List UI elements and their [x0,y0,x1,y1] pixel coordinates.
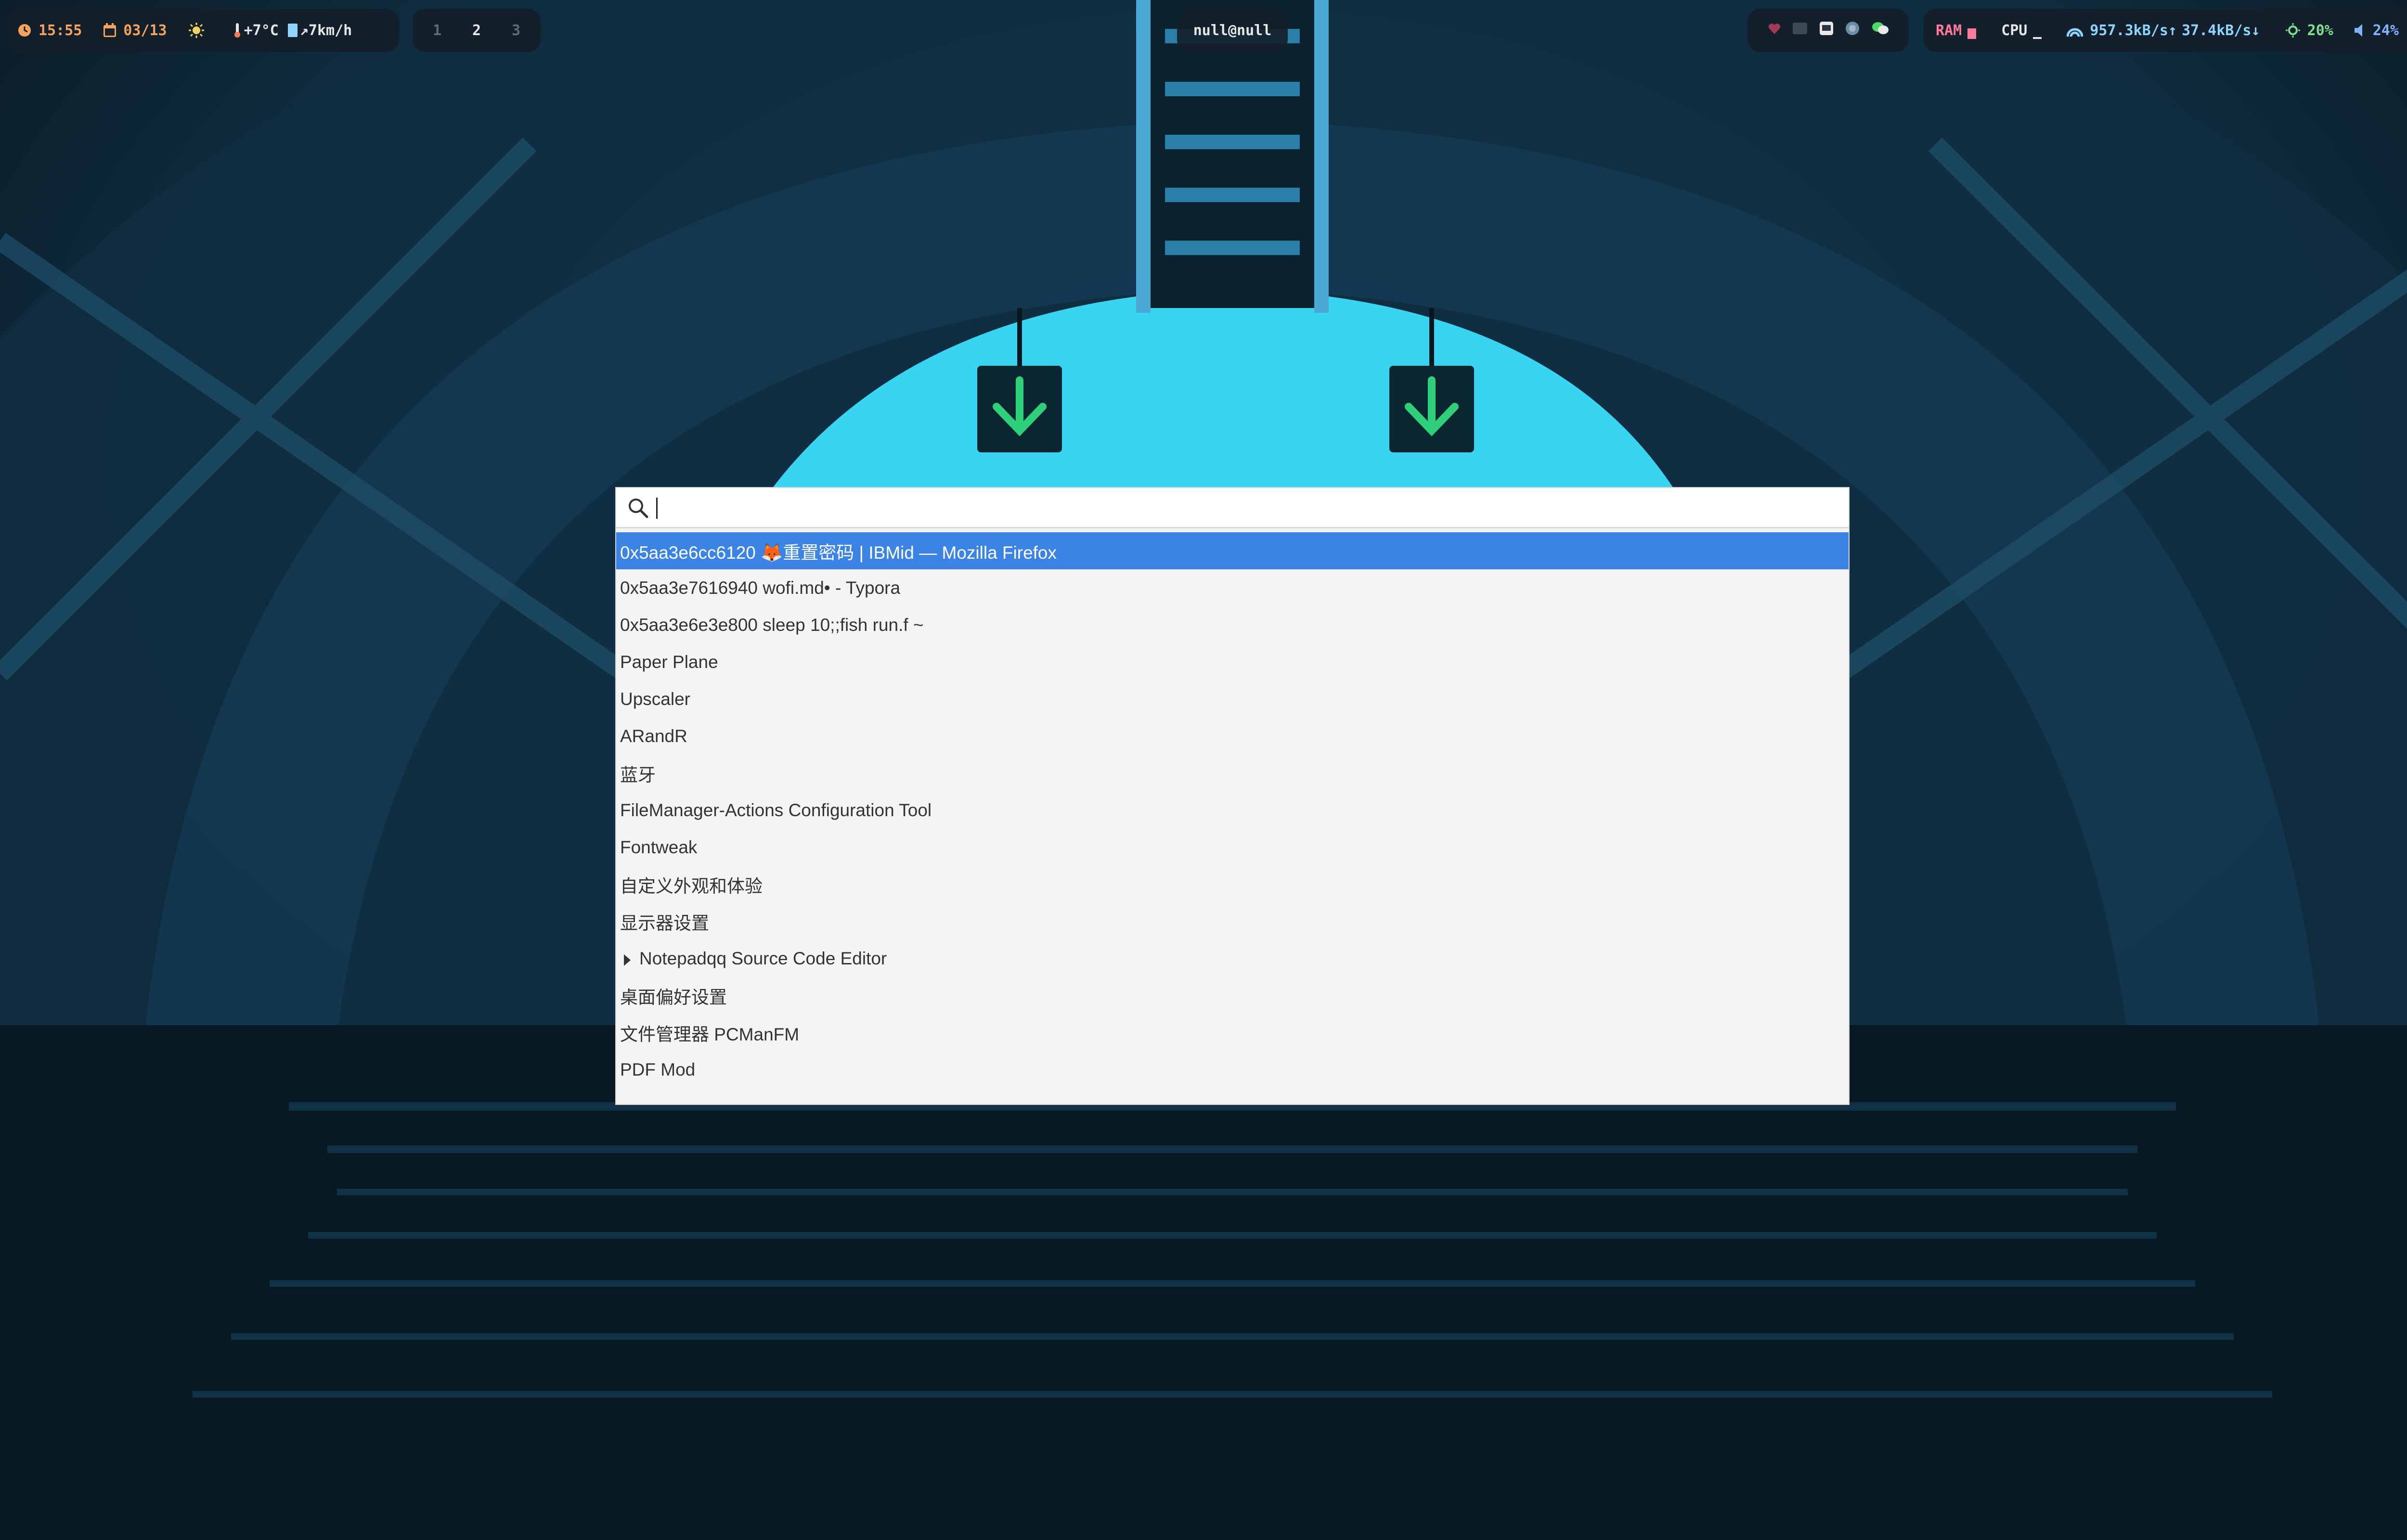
list-item-selected[interactable]: 0x5aa3e6cc6120 🦊重置密码 | IBMid — Mozilla F… [616,532,1849,569]
sun-icon [188,22,205,38]
list-item-expandable[interactable]: Notepadqq Source Code Editor [616,940,1849,977]
list-item-label: Fontweak [620,837,698,857]
ram-label: RAM [1936,22,1962,39]
list-item[interactable]: Fontweak [616,829,1849,866]
calendar-icon [103,23,116,38]
ram-widget[interactable]: RAM [1936,21,1977,40]
workspace-1[interactable]: 1 [417,22,457,39]
list-item[interactable]: 0x5aa3e7616940 wofi.md• - Typora [616,569,1849,606]
wind-icon [287,23,298,38]
list-overflow-hint [616,1088,1849,1104]
window-title-pill: null@null [1177,9,1288,52]
weather-widget[interactable]: +7°C ↗7km/h [188,22,352,39]
list-item[interactable]: ARandR [616,718,1849,755]
cpu-usage-fill [2033,37,2042,39]
heart-icon[interactable] [1768,22,1781,39]
list-item-label: Notepadqq Source Code Editor [639,948,887,968]
launcher-results-list: 0x5aa3e6cc6120 🦊重置密码 | IBMid — Mozilla F… [616,528,1849,1104]
weather-wind: ↗7km/h [299,22,352,39]
volume-widget[interactable]: 24% [2354,22,2399,39]
list-item-label: 0x5aa3e6e3e800 sleep 10;;fish run.f ~ [620,615,924,635]
speaker-icon [2354,23,2366,38]
volume-value: 24% [2372,22,2399,39]
status-module-left: 15:55 03/13 +7°C ↗7km/h [7,9,399,52]
search-icon [627,497,649,519]
list-item[interactable]: FileManager-Actions Configuration Tool [616,792,1849,829]
launcher-search-bar [616,488,1849,528]
brightness-widget[interactable]: 20% [2285,22,2333,39]
window-icon[interactable] [1792,22,1808,39]
top-bar: 15:55 03/13 +7°C ↗7km/h 1 2 3 null@null … [0,9,2407,52]
system-stats: RAM CPU 957.3kB/s↑ 37.4kB/s↓ 20% 24% [1923,9,2407,52]
globe-icon[interactable] [1845,21,1860,40]
list-item[interactable]: 文件管理器 PCManFM [616,1014,1849,1051]
network-icon [2067,23,2083,38]
list-item-label: FileManager-Actions Configuration Tool [620,800,932,820]
list-item-label: Paper Plane [620,652,718,672]
brightness-value: 20% [2307,22,2333,39]
list-item-label: 蓝牙 [620,765,656,785]
network-down: 37.4kB/s↓ [2182,22,2260,39]
list-item[interactable]: 蓝牙 [616,755,1849,792]
text-caret [656,498,658,519]
app-launcher: 0x5aa3e6cc6120 🦊重置密码 | IBMid — Mozilla F… [616,488,1849,1104]
window-title: null@null [1193,22,1272,39]
list-item-label: Upscaler [620,689,690,709]
weather-temperature: +7°C [244,22,279,39]
list-item-label: PDF Mod [620,1059,696,1079]
list-item[interactable]: PDF Mod [616,1051,1849,1088]
workspace-switcher: 1 2 3 [413,9,541,52]
list-item[interactable]: Upscaler [616,680,1849,718]
list-item-label: 0x5aa3e7616940 wofi.md• - Typora [620,578,901,598]
network-widget[interactable]: 957.3kB/s↑ 37.4kB/s↓ [2067,22,2260,39]
list-item[interactable]: Paper Plane [616,643,1849,680]
cpu-label: CPU [2001,22,2028,39]
clock-time: 15:55 [39,22,82,39]
network-up: 957.3kB/s↑ [2090,22,2177,39]
list-item[interactable]: 0x5aa3e6e3e800 sleep 10;;fish run.f ~ [616,606,1849,643]
clock-icon [17,23,32,38]
wechat-icon[interactable] [1872,21,1889,39]
brightness-icon [2285,23,2301,38]
date-value: 03/13 [123,22,167,39]
list-item[interactable]: 自定义外观和体验 [616,866,1849,903]
list-item[interactable]: 显示器设置 [616,903,1849,940]
screenshot-icon[interactable] [1819,21,1834,39]
list-item-label: ARandR [620,726,687,746]
list-item-label: 桌面偏好设置 [620,987,727,1007]
clock-widget[interactable]: 15:55 [17,22,82,39]
list-item-label: 文件管理器 PCManFM [620,1024,800,1044]
ram-usage-fill [1967,28,1977,39]
list-item-label: 显示器设置 [620,913,709,933]
ram-usage-bar [1967,21,1977,40]
system-tray [1747,9,1909,52]
date-widget[interactable]: 03/13 [103,22,167,39]
cpu-widget[interactable]: CPU [2001,21,2042,40]
list-item[interactable]: 桌面偏好设置 [616,977,1849,1014]
workspace-2[interactable]: 2 [457,22,496,39]
workspace-3[interactable]: 3 [496,22,536,39]
list-item-label: 0x5aa3e6cc6120 🦊重置密码 | IBMid — Mozilla F… [620,542,1057,563]
cpu-usage-bar [2033,21,2042,40]
expand-arrow-icon[interactable] [621,951,634,966]
search-input[interactable] [656,490,1849,525]
list-item-label: 自定义外观和体验 [620,876,763,896]
thermometer-icon [233,23,241,38]
